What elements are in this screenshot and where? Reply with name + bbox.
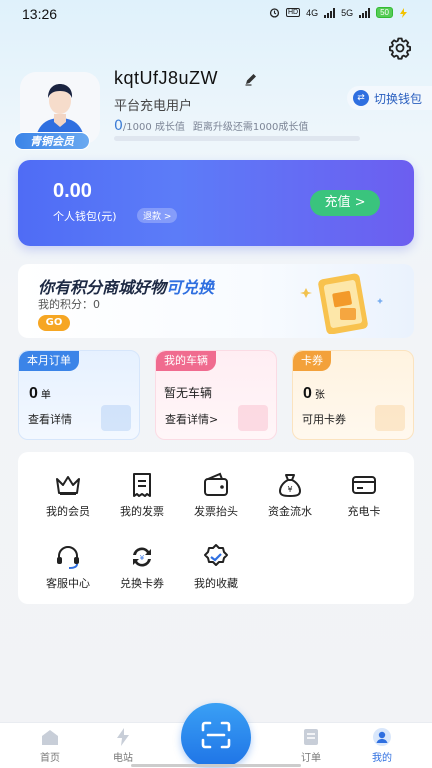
menu-label: 兑换卡券 (120, 577, 164, 590)
battery-icon: 50 (376, 7, 393, 18)
points-title-highlight: 可兑换 (166, 278, 215, 297)
coupon-card[interactable]: 卡券 0张 可用卡券 (292, 350, 414, 440)
refund-button[interactable]: 退款 > (137, 208, 178, 223)
wallet-label: 个人钱包(元) (53, 210, 117, 223)
monthly-orders-value: 0 (29, 385, 38, 402)
coupon-count: 0张 (303, 385, 325, 403)
orders-decoration (101, 405, 131, 431)
avatar-person-icon (36, 84, 84, 138)
my-vehicle-link[interactable]: 查看详情> (165, 411, 218, 427)
coupon-unit: 张 (314, 390, 325, 401)
home-icon (42, 730, 58, 745)
menu-item-fund-flow[interactable]: ¥ 资金流水 (254, 470, 326, 519)
money-bag-icon: ¥ (278, 474, 302, 498)
menu-label: 资金流水 (268, 505, 312, 518)
coupon-tag: 卡券 (293, 351, 331, 371)
wallet-amount: 0.00 (53, 180, 92, 202)
menu-label: 客服中心 (46, 577, 90, 590)
gear-icon[interactable] (388, 36, 412, 60)
monthly-orders-count: 0单 (29, 385, 51, 403)
tab-mine[interactable]: 我的 (357, 727, 407, 764)
svg-text:¥: ¥ (287, 485, 292, 494)
growth-row: 0/1000 成长值 距离升级还需1000成长值 (114, 118, 308, 134)
menu-item-membership[interactable]: 我的会员 (32, 470, 104, 519)
status-icons: HD 4G 5G 50 (269, 7, 408, 18)
tab-label: 电站 (113, 753, 133, 764)
card-icon (352, 476, 376, 494)
charging-icon (400, 7, 407, 18)
svg-text:¥: ¥ (140, 554, 145, 562)
menu-item-customer-service[interactable]: 客服中心 (32, 542, 104, 591)
monthly-orders-link[interactable]: 查看详情 (28, 411, 72, 427)
wallet-icon (204, 472, 228, 496)
recharge-button[interactable]: 充值 > (310, 190, 380, 216)
menu-item-exchange-coupon[interactable]: ¥ 兑换卡券 (106, 542, 178, 591)
switch-wallet-button[interactable]: ⇄ 切换钱包 (346, 86, 432, 110)
menu-label: 我的发票 (120, 505, 164, 518)
vehicle-decoration (238, 405, 268, 431)
monthly-orders-card[interactable]: 本月订单 0单 查看详情 (18, 350, 140, 440)
menu-label: 发票抬头 (194, 505, 238, 518)
coupon-decoration (375, 405, 405, 431)
points-title-main: 你有积分商城好物 (38, 278, 167, 297)
station-icon (117, 728, 129, 746)
menu-panel: 我的会员 我的发票 发票抬头 ¥ 资金流水 充电卡 客服中心 ¥ 兑换卡券 我的… (18, 452, 414, 604)
network-a-label: 4G (306, 7, 319, 18)
wallet-card[interactable]: 0.00 个人钱包(元) 退款 > 充值 > (18, 160, 414, 246)
tab-label: 我的 (372, 753, 392, 764)
signal-icon (324, 7, 336, 18)
monthly-orders-unit: 单 (40, 390, 51, 401)
menu-label: 我的收藏 (194, 577, 238, 590)
home-indicator (131, 764, 301, 767)
coupon-link[interactable]: 可用卡券 (302, 411, 346, 427)
monthly-orders-tag: 本月订单 (19, 351, 79, 371)
invoice-icon (133, 473, 151, 497)
network-b-label: 5G (341, 7, 354, 18)
coupon-value: 0 (303, 385, 312, 402)
favorite-icon (204, 544, 228, 566)
alarm-icon (269, 8, 280, 18)
go-button[interactable]: GO (38, 315, 70, 331)
signal-icon-2 (359, 7, 371, 18)
points-balance: 我的积分：0 (38, 298, 100, 311)
profile-icon (373, 728, 391, 746)
tab-station[interactable]: 电站 (98, 727, 148, 764)
growth-hint: 距离升级还需1000成长值 (192, 122, 309, 133)
order-icon (304, 729, 318, 745)
menu-item-favorites[interactable]: 我的收藏 (180, 542, 252, 591)
points-banner[interactable]: 你有积分商城好物可兑换 我的积分：0 GO (18, 264, 414, 338)
my-vehicle-card[interactable]: 我的车辆 暂无车辆 查看详情> (155, 350, 277, 440)
menu-item-charging-card[interactable]: 充电卡 (328, 470, 400, 519)
switch-icon: ⇄ (352, 90, 369, 106)
scan-button[interactable] (181, 703, 251, 767)
headset-icon (57, 546, 79, 569)
points-title: 你有积分商城好物可兑换 (38, 274, 214, 298)
my-vehicle-tag: 我的车辆 (156, 351, 216, 371)
hd-icon: HD (285, 8, 301, 17)
exchange-icon: ¥ (133, 547, 151, 567)
menu-item-invoice-title[interactable]: 发票抬头 (180, 470, 252, 519)
my-vehicle-status: 暂无车辆 (164, 386, 213, 400)
scan-icon (201, 721, 231, 749)
gift-illustration (300, 273, 383, 334)
tab-home[interactable]: 首页 (25, 727, 75, 764)
user-type: 平台充电用户 (114, 99, 193, 114)
menu-item-invoice[interactable]: 我的发票 (106, 470, 178, 519)
tab-orders[interactable]: 订单 (286, 727, 336, 764)
status-time: 13:26 (22, 6, 58, 22)
tab-label: 首页 (40, 753, 60, 764)
growth-progress-bar (114, 136, 360, 141)
switch-wallet-label: 切换钱包 (373, 91, 422, 106)
menu-label: 充电卡 (347, 505, 381, 518)
menu-label: 我的会员 (46, 505, 90, 518)
username: kqtUfJ8uZW (114, 68, 219, 88)
growth-total: /1000 成长值 (122, 122, 185, 133)
status-bar: 13:26 HD 4G 5G 50 (0, 0, 432, 28)
edit-icon[interactable] (244, 72, 258, 86)
growth-current: 0 (114, 118, 123, 134)
member-badge: 青铜会员 (14, 132, 90, 150)
tab-label: 订单 (301, 753, 321, 764)
crown-icon (56, 476, 80, 495)
